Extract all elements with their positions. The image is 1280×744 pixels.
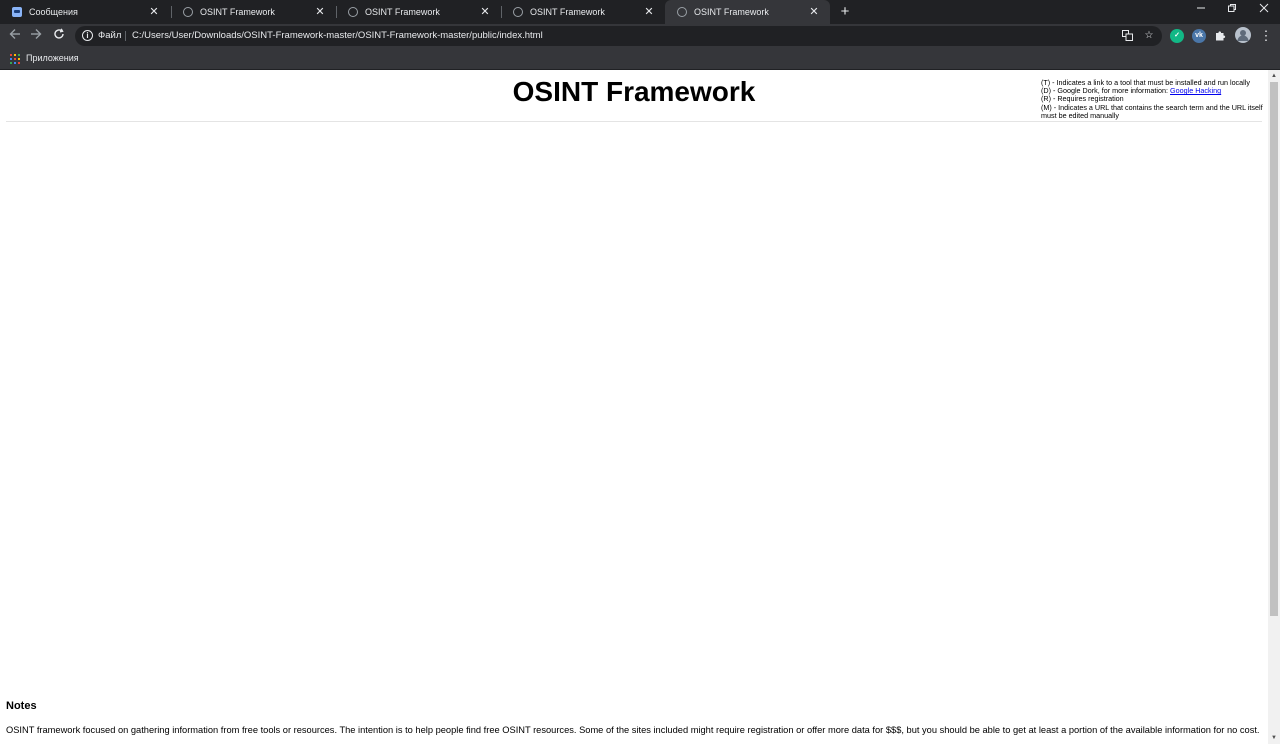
forward-button[interactable] [27, 27, 45, 45]
close-window-icon [1259, 3, 1269, 13]
tab-osint-active[interactable]: OSINT Framework ✕ [665, 0, 830, 24]
address-bar[interactable]: i Файл C:/Users/User/Downloads/OSINT-Fra… [75, 26, 1162, 46]
close-icon[interactable]: ✕ [808, 6, 820, 18]
scroll-up-icon[interactable]: ▲ [1268, 70, 1280, 82]
tab-title: OSINT Framework [694, 7, 769, 17]
address-divider [125, 31, 126, 41]
address-url[interactable]: C:/Users/User/Downloads/OSINT-Framework-… [132, 30, 543, 41]
header-divider [6, 121, 1262, 122]
globe-icon [348, 7, 358, 17]
vk-extension-icon[interactable]: vk [1192, 29, 1206, 43]
shield-extension-icon[interactable]: ✓ [1170, 29, 1184, 43]
translate-icon[interactable] [1121, 30, 1133, 42]
tab-strip: Сообщения ✕ OSINT Framework ✕ OSINT Fram… [0, 0, 1280, 24]
close-icon[interactable]: ✕ [314, 6, 326, 18]
notes-text: OSINT framework focused on gathering inf… [6, 725, 1260, 735]
browser-toolbar: i Файл C:/Users/User/Downloads/OSINT-Fra… [0, 24, 1280, 48]
reload-button[interactable] [50, 27, 68, 45]
address-scheme-label: Файл [98, 30, 122, 41]
profile-avatar-icon[interactable] [1235, 27, 1251, 43]
vertical-scrollbar[interactable]: ▲ ▼ [1268, 70, 1280, 744]
back-button[interactable] [6, 27, 24, 45]
close-icon[interactable]: ✕ [479, 6, 491, 18]
apps-bookmark-label[interactable]: Приложения [26, 53, 79, 63]
page-viewport: OSINT Framework (T) - Indicates a link t… [0, 70, 1268, 744]
scroll-down-icon[interactable]: ▼ [1268, 732, 1280, 744]
info-icon[interactable]: i [82, 30, 93, 41]
google-hacking-link[interactable]: Google Hacking [1170, 86, 1221, 95]
puzzle-extension-icon[interactable] [1214, 30, 1226, 42]
tab-messages[interactable]: Сообщения ✕ [0, 0, 170, 24]
globe-icon [183, 7, 193, 17]
tab-title: OSINT Framework [530, 7, 605, 17]
minimize-button[interactable] [1186, 0, 1216, 22]
tab-osint-3[interactable]: OSINT Framework ✕ [501, 0, 665, 24]
close-icon[interactable]: ✕ [643, 6, 655, 18]
close-window-button[interactable] [1249, 0, 1279, 22]
close-icon[interactable]: ✕ [148, 6, 160, 18]
legend: (T) - Indicates a link to a tool that mu… [1041, 78, 1266, 120]
notes-heading: Notes [6, 700, 37, 712]
reload-icon [54, 28, 64, 39]
legend-manual-url-line: (M) - Indicates a URL that contains the … [1041, 102, 1263, 120]
message-icon [12, 7, 22, 17]
forward-arrow-icon [31, 29, 42, 39]
scrollbar-thumb[interactable] [1270, 82, 1278, 616]
bookmark-star-icon[interactable]: ☆ [1143, 30, 1155, 42]
back-arrow-icon [9, 29, 20, 39]
tab-title: OSINT Framework [200, 7, 275, 17]
menu-icon[interactable]: ⋮ [1259, 27, 1273, 45]
tab-title: OSINT Framework [365, 7, 440, 17]
tab-osint-2[interactable]: OSINT Framework ✕ [336, 0, 501, 24]
restore-button[interactable] [1217, 0, 1247, 22]
tab-osint-1[interactable]: OSINT Framework ✕ [171, 0, 336, 24]
apps-grid-icon[interactable] [10, 54, 20, 64]
minimize-icon [1197, 7, 1205, 9]
restore-icon [1228, 4, 1236, 12]
tab-title: Сообщения [29, 7, 78, 17]
globe-icon [677, 7, 687, 17]
new-tab-button[interactable]: + [837, 4, 853, 20]
bookmarks-bar: Приложения [0, 48, 1280, 70]
globe-icon [513, 7, 523, 17]
